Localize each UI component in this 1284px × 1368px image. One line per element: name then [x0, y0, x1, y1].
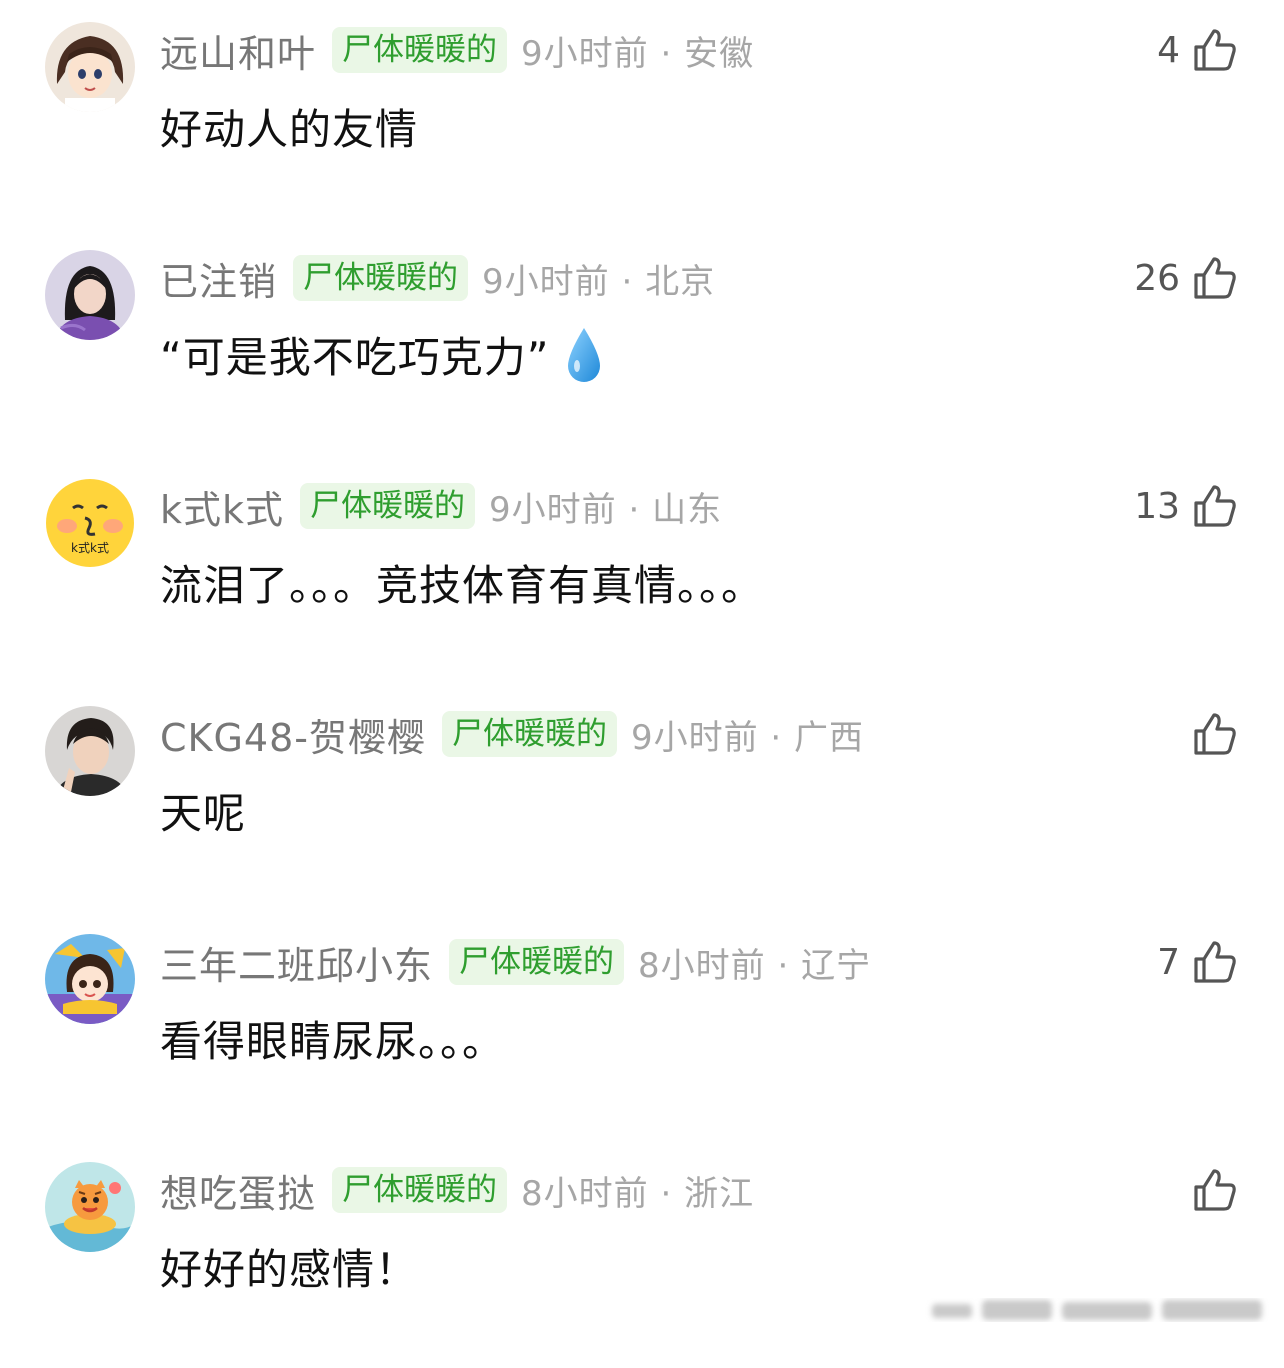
comment-header: 远山和叶 尸体暖暖的 9小时前 · 安徽: [160, 24, 754, 76]
username[interactable]: CKG48-贺樱樱: [160, 707, 426, 762]
like-button[interactable]: 13: [1134, 476, 1240, 536]
comment-text: 好动人的友情: [160, 96, 418, 157]
username[interactable]: k式k式: [160, 479, 284, 534]
thumbs-up-icon: [1190, 481, 1240, 531]
anime-girl-avatar: [45, 22, 135, 112]
fan-badge[interactable]: 尸体暖暖的: [441, 711, 617, 757]
fan-badge[interactable]: 尸体暖暖的: [293, 255, 469, 301]
time-location: 8小时前 · 浙江: [521, 1173, 755, 1214]
comment-header: k式k式 尸体暖暖的 9小时前 · 山东: [160, 480, 722, 532]
comment-content: 天呢: [160, 789, 247, 838]
thumbs-up-icon: [1190, 253, 1240, 303]
comment-header: 想吃蛋挞 尸体暖暖的 8小时前 · 浙江: [160, 1164, 754, 1216]
comment-content: 好好的感情！: [160, 1245, 419, 1294]
username[interactable]: 三年二班邱小东: [160, 935, 433, 990]
like-button[interactable]: [1180, 1160, 1240, 1220]
comment-item: 三年二班邱小东 尸体暖暖的 8小时前 · 辽宁 看得眼睛尿尿。。。 7: [0, 912, 1284, 1140]
avatar[interactable]: [45, 22, 135, 112]
woman-photo-avatar: [45, 250, 135, 340]
comment-text: 好好的感情！: [160, 1236, 418, 1297]
comment-header: 已注销 尸体暖暖的 9小时前 · 北京: [160, 252, 715, 304]
cartoon-girl-avatar: [45, 934, 135, 1024]
watermark: [922, 1290, 1272, 1330]
avatar[interactable]: [45, 934, 135, 1024]
water-drop-icon: [564, 326, 604, 384]
comment-item: 已注销 尸体暖暖的 9小时前 · 北京 “可是我不吃巧克力” 26: [0, 228, 1284, 456]
comment-text: 天呢: [160, 780, 246, 841]
comment-item: 想吃蛋挞 尸体暖暖的 8小时前 · 浙江 好好的感情！: [0, 1140, 1284, 1368]
avatar[interactable]: [45, 1162, 135, 1252]
man-photo-avatar: [45, 706, 135, 796]
comment-header: CKG48-贺樱樱 尸体暖暖的 9小时前 · 广西: [160, 708, 864, 760]
avatar[interactable]: k式k式: [45, 478, 135, 568]
time-location: 9小时前 · 北京: [482, 261, 716, 302]
comment-item: CKG48-贺樱樱 尸体暖暖的 9小时前 · 广西 天呢: [0, 684, 1284, 912]
like-count: 13: [1134, 485, 1180, 527]
fan-badge[interactable]: 尸体暖暖的: [332, 27, 508, 73]
time-location: 8小时前 · 辽宁: [638, 945, 872, 986]
cartoon-tiger-avatar: [45, 1162, 135, 1252]
username[interactable]: 已注销: [160, 251, 277, 306]
fan-badge[interactable]: 尸体暖暖的: [300, 483, 476, 529]
username[interactable]: 远山和叶: [160, 23, 316, 78]
time-location: 9小时前 · 安徽: [521, 33, 755, 74]
like-button[interactable]: [1180, 704, 1240, 764]
smiley-face-avatar: k式k式: [45, 478, 135, 568]
comment-text: 看得眼睛尿尿。。。: [160, 1008, 505, 1069]
comment-header: 三年二班邱小东 尸体暖暖的 8小时前 · 辽宁: [160, 936, 871, 988]
fan-badge[interactable]: 尸体暖暖的: [449, 939, 625, 985]
like-count: 7: [1157, 941, 1180, 983]
thumbs-up-icon: [1190, 1165, 1240, 1215]
thumbs-up-icon: [1190, 709, 1240, 759]
thumbs-up-icon: [1190, 25, 1240, 75]
like-button[interactable]: 7: [1157, 932, 1240, 992]
comment-text: “可是我不吃巧克力”: [160, 324, 604, 385]
comment-content: 流泪了。。。竞技体育有真情。。。: [160, 561, 765, 610]
time-location: 9小时前 · 广西: [630, 717, 865, 758]
like-count: 26: [1134, 257, 1180, 299]
avatar[interactable]: [45, 250, 135, 340]
time-location: 9小时前 · 山东: [489, 489, 723, 530]
avatar[interactable]: [45, 706, 135, 796]
comment-text: 流泪了。。。竞技体育有真情。。。: [160, 552, 764, 613]
username[interactable]: 想吃蛋挞: [160, 1163, 316, 1218]
comment-content: “可是我不吃巧克力”: [160, 333, 550, 382]
thumbs-up-icon: [1190, 937, 1240, 987]
fan-badge[interactable]: 尸体暖暖的: [332, 1167, 508, 1213]
like-count: 4: [1157, 29, 1180, 71]
like-button[interactable]: 4: [1157, 20, 1240, 80]
comment-item: 远山和叶 尸体暖暖的 9小时前 · 安徽 好动人的友情 4: [0, 0, 1284, 228]
comment-content: 好动人的友情: [160, 105, 419, 154]
like-button[interactable]: 26: [1134, 248, 1240, 308]
comment-content: 看得眼睛尿尿。。。: [160, 1017, 506, 1066]
avatar-text: k式k式: [71, 541, 109, 555]
comment-item: k式k式 k式k式 尸体暖暖的 9小时前 · 山东 流泪了。。。竞技体育有真情。…: [0, 456, 1284, 684]
